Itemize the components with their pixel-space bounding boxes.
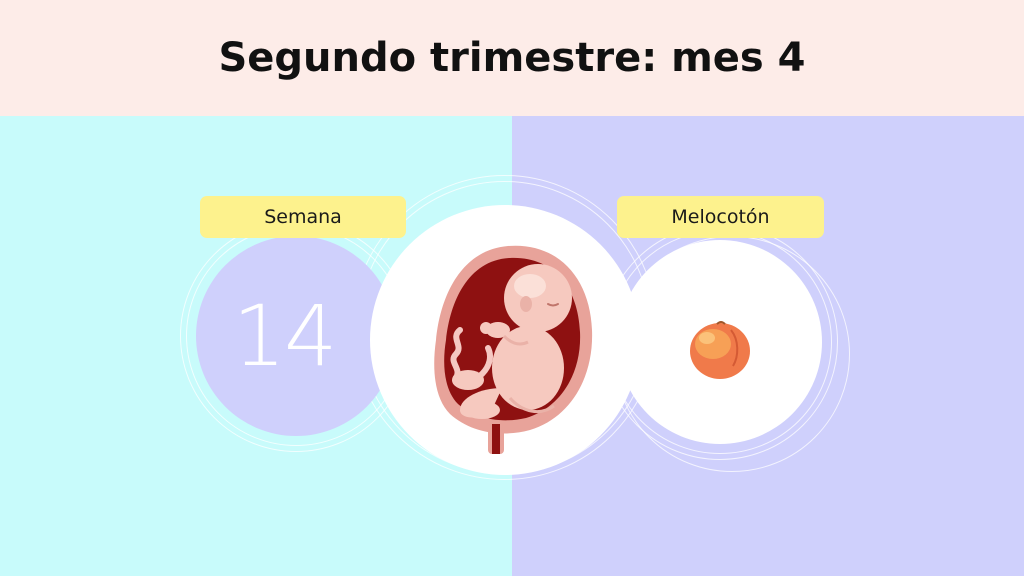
page-title: Segundo trimestre: mes 4 [218, 35, 806, 81]
week-number: 14 [232, 287, 338, 385]
fetus-in-uterus-icon [434, 245, 593, 454]
header-bar: Segundo trimestre: mes 4 [0, 0, 1024, 116]
peach-icon [690, 321, 750, 379]
week-label: Semana [200, 196, 406, 238]
fruit-label: Melocotón [617, 196, 824, 238]
